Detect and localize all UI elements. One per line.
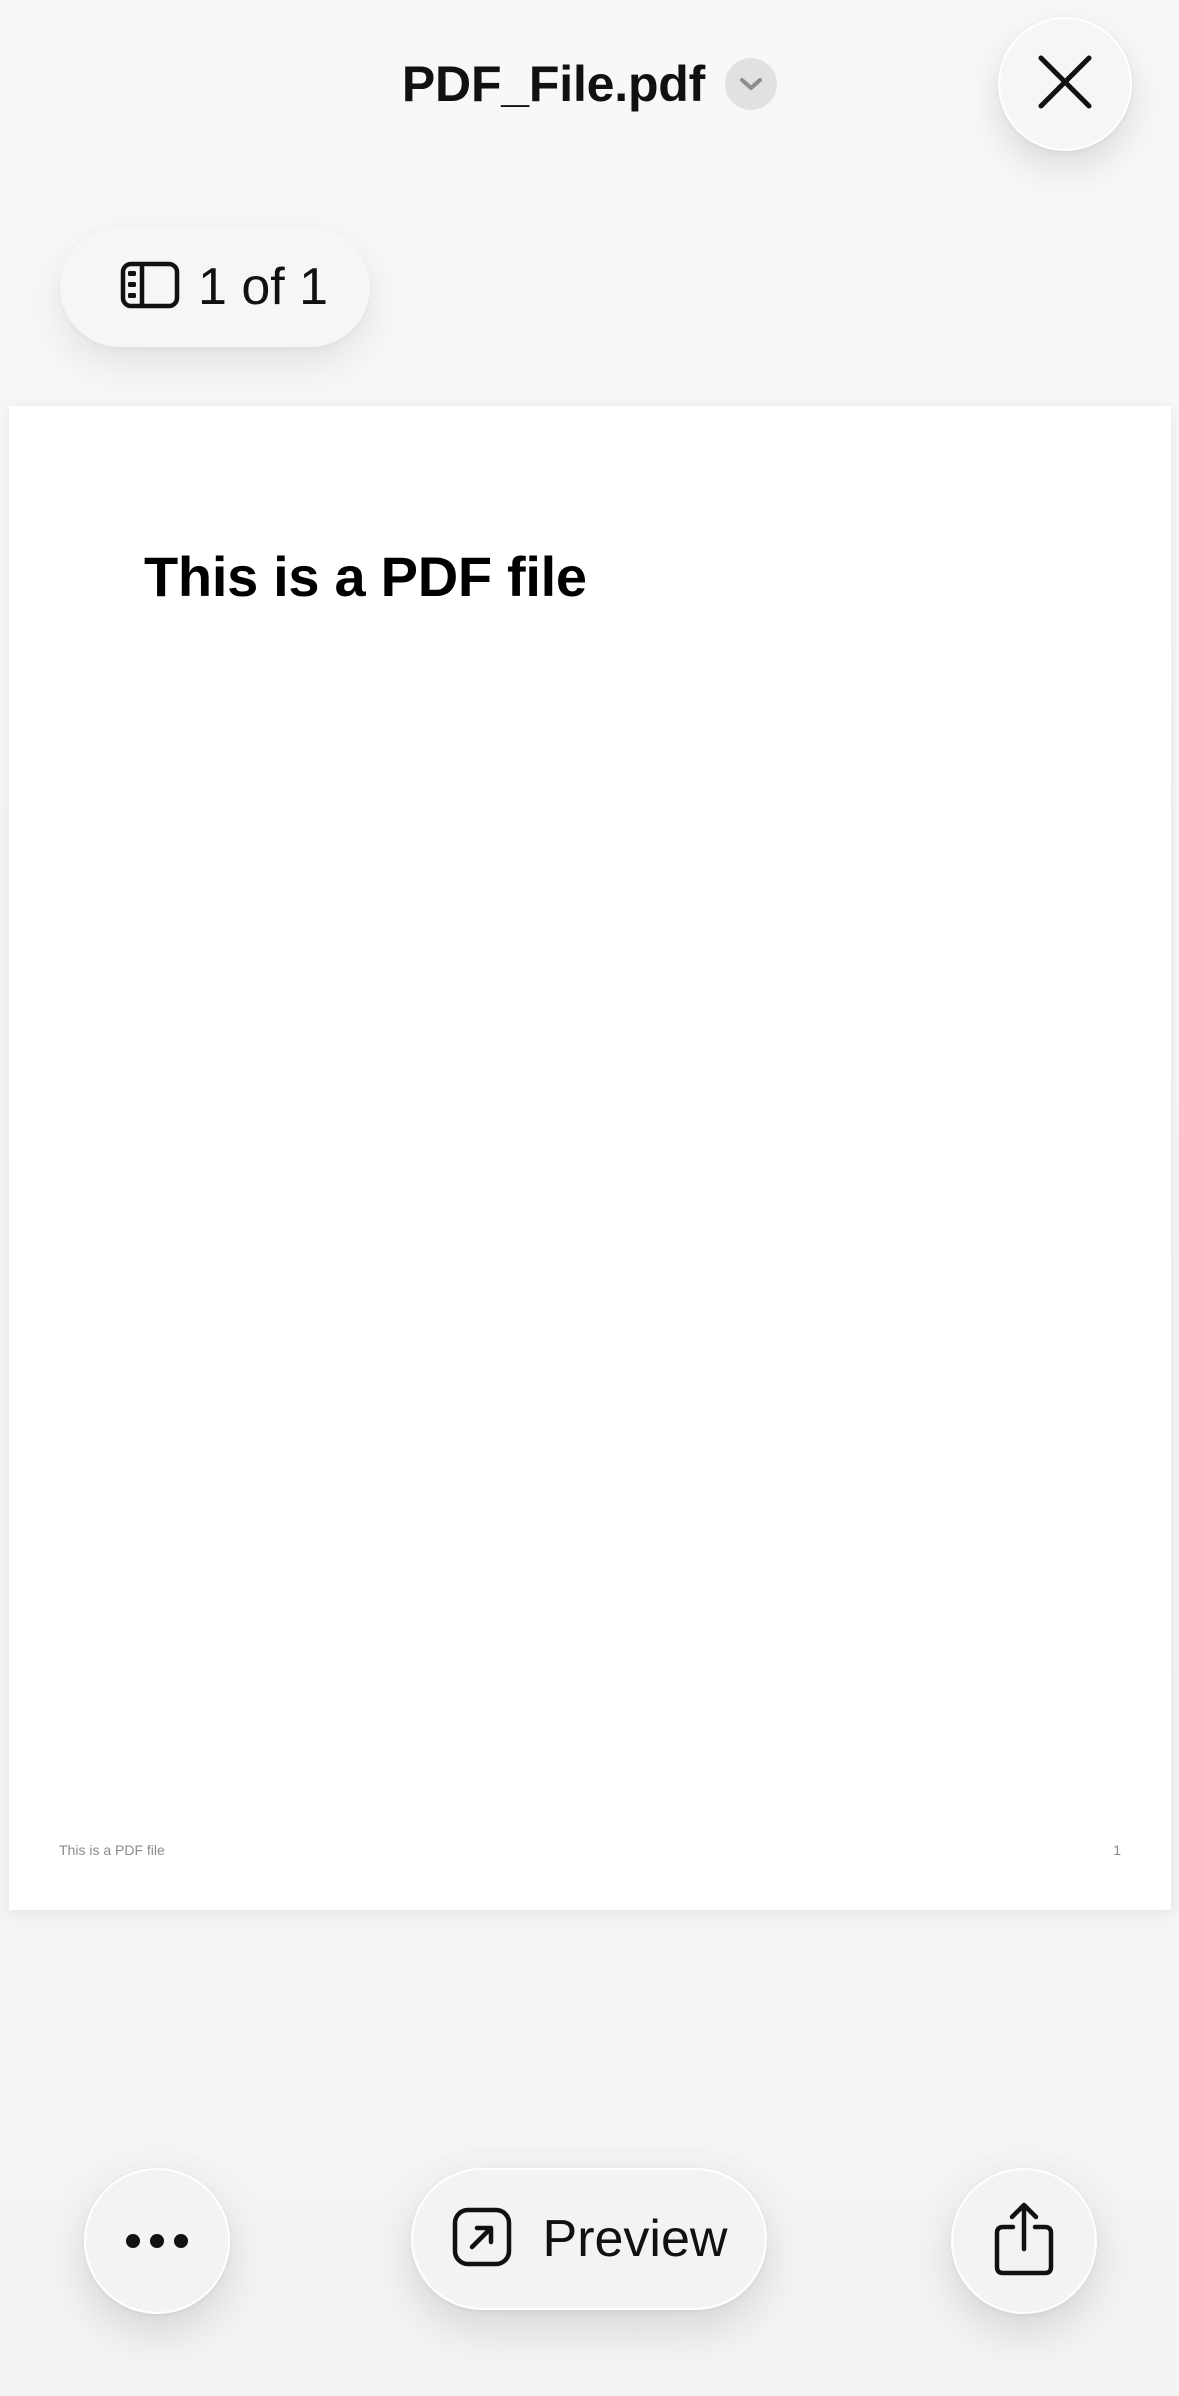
document-heading: This is a PDF file [144, 545, 587, 608]
preview-label: Preview [542, 2210, 728, 2268]
share-button[interactable] [951, 2168, 1097, 2314]
chevron-down-icon[interactable] [725, 58, 778, 110]
quick-look-screen: PDF_File.pdf 1 of 1 This is a PDF file T… [0, 0, 1179, 2396]
close-button[interactable] [998, 17, 1132, 151]
close-icon [1037, 54, 1093, 115]
arrow-up-right-square-icon [451, 2206, 513, 2273]
open-in-preview-button[interactable]: Preview [411, 2168, 767, 2310]
page-count-label: 1 of 1 [198, 258, 329, 316]
ellipsis-icon [126, 2234, 188, 2248]
sidebar-icon [120, 261, 180, 314]
file-title: PDF_File.pdf [401, 56, 706, 112]
pdf-page: This is a PDF file This is a PDF file 1 [9, 406, 1171, 1910]
more-button[interactable] [84, 2168, 230, 2314]
share-icon [993, 2201, 1055, 2282]
document-footer-text: This is a PDF file [59, 1842, 165, 1858]
page-indicator-button[interactable]: 1 of 1 [60, 227, 370, 347]
document-page-number: 1 [1113, 1842, 1121, 1858]
